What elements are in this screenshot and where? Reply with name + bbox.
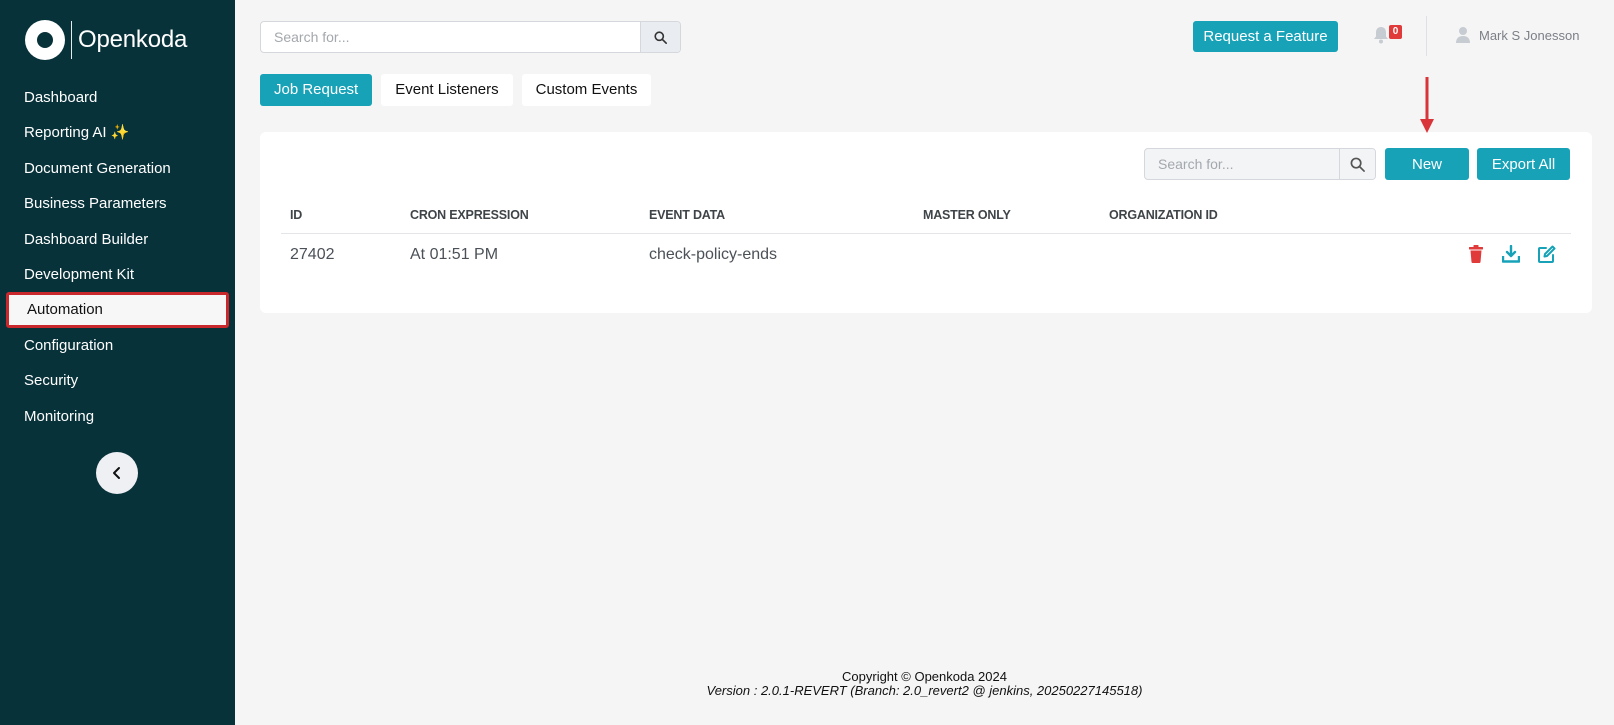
user-menu[interactable]: Mark S Jonesson bbox=[1455, 26, 1579, 44]
download-icon bbox=[1502, 245, 1520, 263]
tab-event-listeners[interactable]: Event Listeners bbox=[381, 74, 513, 106]
edit-icon bbox=[1538, 245, 1556, 263]
annotation-arrow-icon bbox=[1420, 77, 1434, 133]
chevron-left-icon bbox=[113, 467, 120, 479]
user-name: Mark S Jonesson bbox=[1479, 27, 1580, 43]
notifications-bell[interactable] bbox=[1373, 26, 1389, 49]
global-search bbox=[260, 21, 681, 53]
table-search-input[interactable] bbox=[1145, 149, 1339, 179]
search-icon bbox=[1350, 157, 1365, 172]
request-feature-button[interactable]: Request a Feature bbox=[1193, 21, 1338, 52]
trash-icon bbox=[1469, 245, 1483, 263]
footer-copyright: Copyright © Openkoda 2024 bbox=[842, 669, 1007, 684]
automation-tabs: Job Request Event Listeners Custom Event… bbox=[260, 74, 652, 106]
cell-cron-expression: At 01:51 PM bbox=[410, 246, 499, 263]
table-search-button[interactable] bbox=[1339, 149, 1375, 179]
app-name: Openkoda bbox=[78, 26, 188, 53]
cell-id: 27402 bbox=[290, 246, 335, 263]
sidebar-item-security[interactable]: Security bbox=[0, 363, 235, 398]
download-row-button[interactable] bbox=[1502, 245, 1520, 263]
tab-job-request[interactable]: Job Request bbox=[260, 74, 373, 106]
header-divider bbox=[281, 233, 1571, 234]
global-search-input[interactable] bbox=[261, 22, 640, 52]
column-header-event-data: EVENT DATA bbox=[649, 208, 726, 222]
sidebar-nav: Dashboard Reporting AI ✨ Document Genera… bbox=[0, 80, 235, 434]
job-request-card: New Export All ID CRON EXPRESSION EVENT … bbox=[260, 132, 1592, 313]
global-search-button[interactable] bbox=[640, 22, 680, 52]
sidebar-item-dashboard-builder[interactable]: Dashboard Builder bbox=[0, 222, 235, 257]
column-header-cron-expression: CRON EXPRESSION bbox=[410, 208, 529, 222]
topbar-divider bbox=[1426, 16, 1427, 56]
column-header-master-only: MASTER ONLY bbox=[923, 208, 1011, 222]
sidebar-item-business-parameters[interactable]: Business Parameters bbox=[0, 186, 235, 221]
openkoda-logo-icon bbox=[25, 20, 65, 60]
delete-row-button[interactable] bbox=[1468, 245, 1484, 263]
logo[interactable]: Openkoda bbox=[25, 18, 187, 62]
sidebar-item-automation[interactable]: Automation bbox=[6, 292, 229, 328]
sidebar-item-dashboard[interactable]: Dashboard bbox=[0, 80, 235, 115]
sidebar-item-development-kit[interactable]: Development Kit bbox=[0, 257, 235, 292]
row-actions bbox=[1468, 245, 1556, 263]
table-search bbox=[1144, 148, 1376, 180]
sidebar-item-configuration[interactable]: Configuration bbox=[0, 328, 235, 363]
column-header-id: ID bbox=[290, 208, 303, 222]
column-header-organization-id: ORGANIZATION ID bbox=[1109, 208, 1218, 222]
sidebar: Openkoda Dashboard Reporting AI ✨ Docume… bbox=[0, 0, 235, 725]
sidebar-item-document-generation[interactable]: Document Generation bbox=[0, 151, 235, 186]
edit-row-button[interactable] bbox=[1538, 245, 1556, 263]
new-button[interactable]: New bbox=[1385, 148, 1469, 180]
user-icon bbox=[1456, 27, 1470, 43]
search-icon bbox=[654, 30, 667, 44]
export-all-button[interactable]: Export All bbox=[1477, 148, 1570, 180]
sidebar-item-reporting-ai[interactable]: Reporting AI ✨ bbox=[0, 115, 235, 150]
sidebar-item-monitoring[interactable]: Monitoring bbox=[0, 399, 235, 434]
cell-event-data: check-policy-ends bbox=[649, 246, 778, 263]
footer-version: Version : 2.0.1-REVERT (Branch: 2.0_reve… bbox=[706, 683, 1143, 698]
bell-icon bbox=[1374, 27, 1388, 44]
tab-custom-events[interactable]: Custom Events bbox=[521, 74, 652, 106]
footer: Copyright © Openkoda 2024 Version : 2.0.… bbox=[235, 670, 1614, 698]
logo-divider bbox=[71, 21, 72, 59]
notifications-count-badge: 0 bbox=[1389, 25, 1402, 39]
sidebar-collapse-button[interactable] bbox=[96, 452, 138, 494]
